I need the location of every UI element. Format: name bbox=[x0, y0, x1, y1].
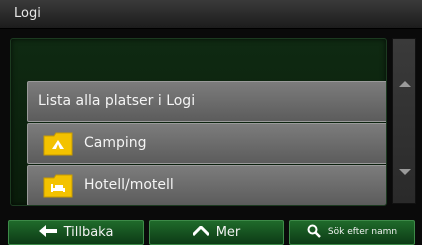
list-item-label: Hotell/motell bbox=[84, 177, 174, 193]
list-panel: Lista alla platser i Logi Camping Hotell… bbox=[10, 38, 387, 206]
more-button[interactable]: Mer bbox=[149, 220, 284, 245]
back-button-label: Tillbaka bbox=[63, 225, 114, 240]
more-button-label: Mer bbox=[215, 225, 241, 240]
triangle-up-icon bbox=[399, 81, 411, 87]
search-by-name-button[interactable]: Sök efter namn bbox=[289, 220, 415, 245]
hotel-folder-icon bbox=[43, 174, 73, 198]
scrollbar[interactable] bbox=[392, 38, 416, 204]
scroll-down-button[interactable] bbox=[398, 167, 412, 177]
camping-folder-icon bbox=[43, 132, 73, 156]
chevron-up-icon bbox=[191, 224, 210, 240]
search-button-label: Sök efter namn bbox=[327, 227, 398, 237]
list-item-camping[interactable]: Camping bbox=[27, 123, 386, 164]
app-window: Logi Lista alla platser i Logi Camping H… bbox=[0, 0, 422, 245]
triangle-down-icon bbox=[399, 169, 411, 175]
back-button[interactable]: Tillbaka bbox=[8, 220, 144, 245]
list-item-label: Camping bbox=[84, 135, 147, 151]
search-icon bbox=[307, 224, 321, 242]
list-item-all-places[interactable]: Lista alla platser i Logi bbox=[27, 81, 386, 122]
arrow-left-icon bbox=[38, 224, 57, 241]
list-item-label: Lista alla platser i Logi bbox=[38, 93, 196, 109]
scroll-up-button[interactable] bbox=[398, 79, 412, 89]
title-bar: Logi bbox=[0, 0, 422, 29]
bottom-toolbar: Tillbaka Mer Sök efter namn bbox=[0, 217, 422, 245]
page-title: Logi bbox=[14, 6, 41, 21]
list-item-hotel[interactable]: Hotell/motell bbox=[27, 165, 386, 205]
